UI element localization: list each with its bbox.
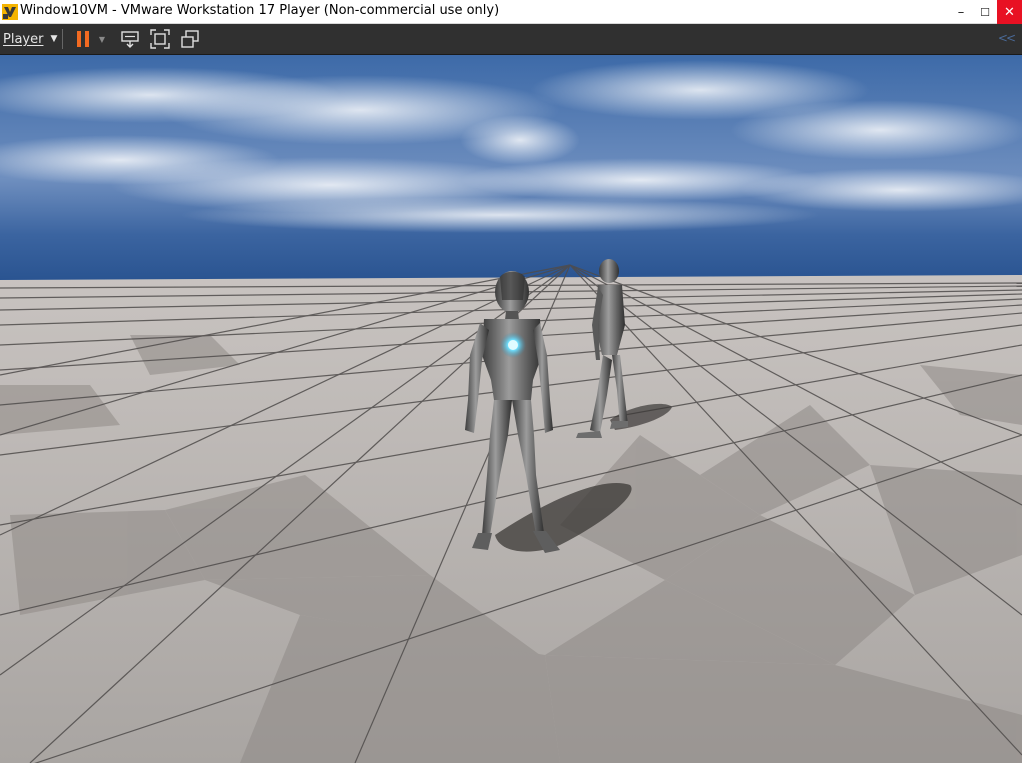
minimize-icon: – [957, 4, 965, 20]
collapse-toolbar-button[interactable]: << [998, 31, 1016, 45]
full-screen-icon [150, 29, 170, 49]
send-ctrl-alt-del-button[interactable] [119, 28, 141, 50]
close-icon: ✕ [1004, 4, 1015, 20]
player-toolbar: Player ▼ ▼ << [0, 24, 1022, 55]
vm-display[interactable] [0, 55, 1022, 763]
chevron-down-icon: ▼ [50, 34, 58, 44]
pause-options-dropdown[interactable]: ▼ [95, 28, 109, 50]
title-bar: Window10VM - VMware Workstation 17 Playe… [0, 0, 1022, 24]
vmware-player-icon [2, 4, 18, 20]
pause-icon [77, 31, 89, 47]
player-menu-button[interactable]: Player ▼ [3, 24, 57, 54]
full-screen-button[interactable] [149, 28, 171, 50]
unity-icon [181, 30, 199, 48]
maximize-button[interactable]: ☐ [973, 0, 997, 24]
chevron-down-icon: ▼ [98, 34, 106, 44]
unity-button[interactable] [179, 28, 201, 50]
close-button[interactable]: ✕ [997, 0, 1022, 24]
toolbar-divider [62, 29, 63, 49]
window-title: Window10VM - VMware Workstation 17 Playe… [20, 3, 500, 18]
maximize-icon: ☐ [980, 5, 990, 19]
player-menu-label: Player [3, 31, 44, 47]
pause-button[interactable] [72, 28, 94, 50]
minimize-button[interactable]: – [949, 0, 973, 24]
send-ctrl-alt-del-icon [121, 31, 139, 48]
unreal-engine-3d-scene [0, 55, 1022, 763]
